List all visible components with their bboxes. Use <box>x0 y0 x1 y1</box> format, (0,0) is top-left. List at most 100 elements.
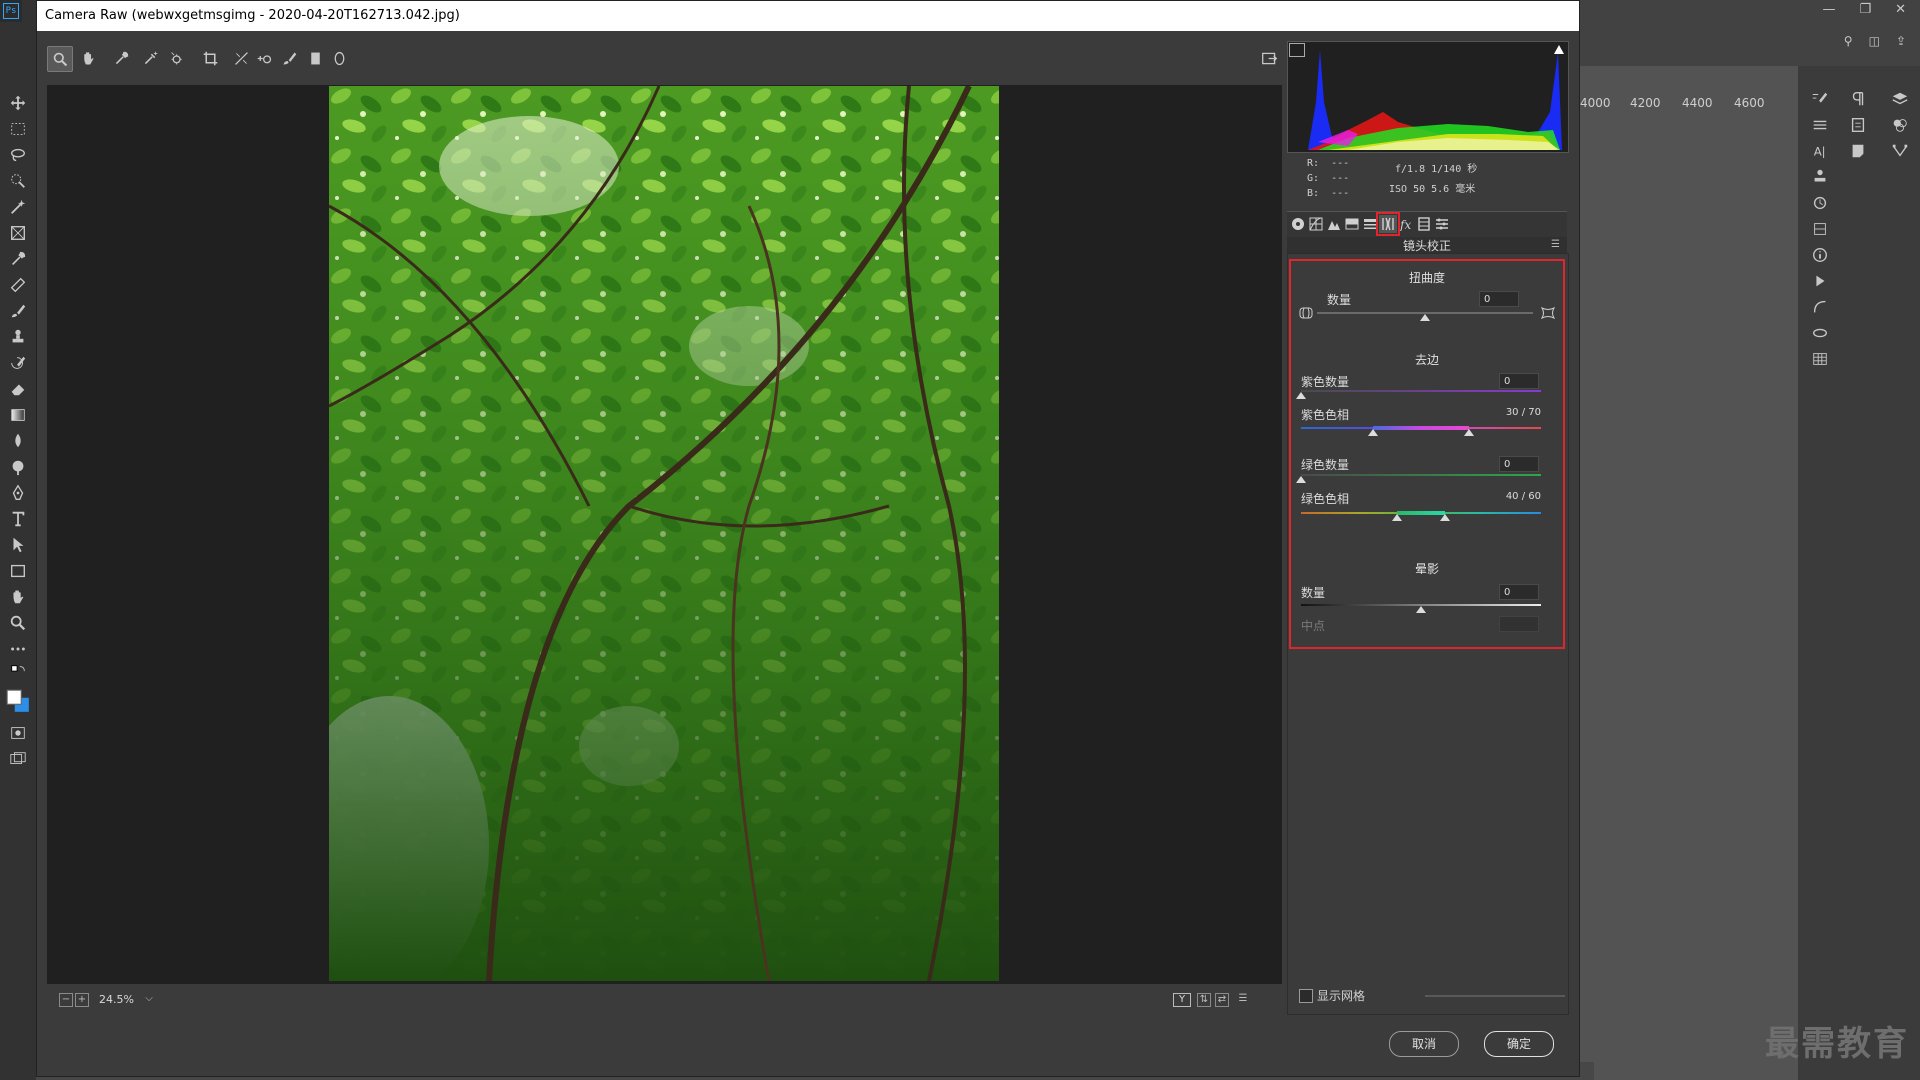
vignetting-amount-value[interactable]: 0 <box>1499 584 1539 600</box>
lasso-tool-icon[interactable] <box>0 142 36 168</box>
magic-wand-icon[interactable] <box>0 194 36 220</box>
color-sampler-icon[interactable] <box>138 46 162 70</box>
purple-hue-low-thumb[interactable] <box>1368 429 1378 436</box>
quick-mask-icon[interactable] <box>0 720 36 746</box>
table-icon[interactable] <box>1802 346 1838 372</box>
targeted-adjustment-icon[interactable] <box>165 46 189 70</box>
zoom-dropdown-icon[interactable]: ⌵ <box>143 993 155 1005</box>
crop-icon[interactable] <box>198 46 222 70</box>
minimize-icon[interactable]: — <box>1822 2 1835 17</box>
zoom-level[interactable]: 24.5% <box>99 993 135 1009</box>
vignetting-amount-thumb[interactable] <box>1416 606 1426 613</box>
path-selection-icon[interactable] <box>0 532 36 558</box>
type-tool-icon[interactable] <box>0 506 36 532</box>
split-toning-icon[interactable] <box>1361 215 1379 233</box>
purple-hue-high-thumb[interactable] <box>1464 429 1474 436</box>
spot-removal-icon[interactable] <box>252 46 276 70</box>
hsl-icon[interactable] <box>1343 215 1361 233</box>
gradient-tool-icon[interactable] <box>0 402 36 428</box>
marquee-tool-icon[interactable] <box>0 116 36 142</box>
default-colors-icon[interactable] <box>0 662 36 682</box>
eyedropper-tool-icon[interactable] <box>0 246 36 272</box>
move-tool-icon[interactable] <box>0 90 36 116</box>
purple-amount-thumb[interactable] <box>1296 392 1306 399</box>
color-swatches-icon[interactable] <box>0 682 36 720</box>
show-grid-checkbox[interactable] <box>1299 989 1313 1003</box>
eraser-tool-icon[interactable] <box>0 376 36 402</box>
effects-icon[interactable]: fx <box>1397 215 1415 233</box>
brush-settings-icon[interactable] <box>1802 86 1838 112</box>
purple-amount-track[interactable] <box>1301 390 1541 392</box>
green-amount-thumb[interactable] <box>1296 476 1306 483</box>
green-hue-low-thumb[interactable] <box>1392 514 1402 521</box>
restore-icon[interactable]: ❐ <box>1859 2 1871 17</box>
cancel-button[interactable]: 取消 <box>1389 1031 1459 1057</box>
distortion-amount-value[interactable]: 0 <box>1479 291 1519 307</box>
green-amount-track[interactable] <box>1301 474 1541 476</box>
hand-icon[interactable] <box>76 46 100 70</box>
workspace-icon[interactable]: ◫ <box>1869 34 1880 48</box>
blur-tool-icon[interactable] <box>0 428 36 454</box>
clone-source-icon[interactable] <box>1802 164 1838 190</box>
pen-tool-icon[interactable] <box>0 480 36 506</box>
dodge-tool-icon[interactable] <box>0 454 36 480</box>
green-amount-value[interactable]: 0 <box>1499 456 1539 472</box>
copy-settings-icon[interactable]: ⇄ <box>1215 993 1229 1007</box>
distortion-slider-thumb[interactable] <box>1420 314 1430 321</box>
paths-panel-icon[interactable] <box>1882 138 1918 164</box>
presets-icon[interactable] <box>1433 215 1451 233</box>
tone-curve-icon[interactable] <box>1307 215 1325 233</box>
lens-corrections-icon[interactable] <box>1376 212 1400 236</box>
adjustment-brush-icon[interactable] <box>277 46 301 70</box>
ok-button[interactable]: 确定 <box>1484 1031 1554 1057</box>
healing-tool-icon[interactable] <box>0 272 36 298</box>
layer-comps-icon[interactable] <box>1802 216 1838 242</box>
3d-icon[interactable] <box>1802 320 1838 346</box>
highlight-clipping-toggle[interactable] <box>1553 43 1565 55</box>
open-preferences-icon[interactable] <box>1257 46 1281 70</box>
zoom-tool-icon[interactable] <box>0 610 36 636</box>
swap-settings-icon[interactable]: ⇅ <box>1197 993 1211 1007</box>
paragraph-icon[interactable] <box>1840 86 1876 112</box>
properties-icon[interactable] <box>1840 112 1876 138</box>
actions-icon[interactable] <box>1802 268 1838 294</box>
white-balance-icon[interactable] <box>109 46 133 70</box>
green-hue-high-thumb[interactable] <box>1440 514 1450 521</box>
calibration-icon[interactable] <box>1415 215 1433 233</box>
rectangle-tool-icon[interactable] <box>0 558 36 584</box>
search-icon[interactable]: ⚲ <box>1844 34 1853 48</box>
history-brush-icon[interactable] <box>0 350 36 376</box>
info-icon[interactable] <box>1802 242 1838 268</box>
screen-mode-icon[interactable] <box>0 746 36 772</box>
character-icon[interactable]: A| <box>1802 138 1838 164</box>
quick-selection-icon[interactable] <box>0 168 36 194</box>
paths-icon[interactable] <box>1802 294 1838 320</box>
basic-icon[interactable] <box>1289 215 1307 233</box>
history-icon[interactable] <box>1802 190 1838 216</box>
image-preview-area[interactable] <box>47 85 1282 984</box>
zoom-out-icon[interactable]: − <box>59 993 73 1007</box>
grid-size-slider[interactable] <box>1425 995 1565 997</box>
hand-tool-icon[interactable] <box>0 584 36 610</box>
more-tools-icon[interactable] <box>0 636 36 662</box>
stamp-tool-icon[interactable] <box>0 324 36 350</box>
shadow-clipping-toggle[interactable] <box>1289 43 1305 57</box>
detail-icon[interactable] <box>1325 215 1343 233</box>
brush-tool-icon[interactable] <box>0 298 36 324</box>
panel-menu-icon[interactable]: ☰ <box>1551 239 1563 250</box>
notes-icon[interactable] <box>1840 138 1876 164</box>
radial-filter-icon[interactable] <box>327 46 351 70</box>
close-icon[interactable]: ✕ <box>1895 2 1906 17</box>
channels-icon[interactable] <box>1882 112 1918 138</box>
graduated-filter-icon[interactable] <box>303 46 327 70</box>
purple-amount-value[interactable]: 0 <box>1499 373 1539 389</box>
layers-icon[interactable] <box>1882 86 1918 112</box>
frame-tool-icon[interactable] <box>0 220 36 246</box>
share-icon[interactable]: ⇪ <box>1896 34 1906 48</box>
zoom-in-icon[interactable]: + <box>75 993 89 1007</box>
before-after-toggle[interactable]: Y <box>1173 993 1191 1007</box>
straighten-icon[interactable] <box>229 46 253 70</box>
preview-preferences-icon[interactable]: ☰ <box>1237 993 1249 1005</box>
adjustments-icon[interactable] <box>1802 112 1838 138</box>
zoom-icon[interactable] <box>47 46 73 72</box>
